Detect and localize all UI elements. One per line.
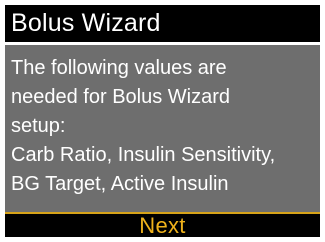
next-button-label: Next <box>139 213 186 237</box>
screen-title: Bolus Wizard <box>11 9 161 37</box>
message-line: BG Target, Active Insulin <box>11 173 229 195</box>
message-line: needed for Bolus Wizard <box>11 86 231 108</box>
title-bar: Bolus Wizard <box>5 5 320 42</box>
message-text: The following values are needed for Bolu… <box>11 54 317 199</box>
pump-screen: Bolus Wizard The following values are ne… <box>5 5 320 237</box>
message-line: The following values are <box>11 57 227 79</box>
message-line: setup: <box>11 115 66 137</box>
message-panel: The following values are needed for Bolu… <box>5 45 320 212</box>
message-line: Carb Ratio, Insulin Sensitivity, <box>11 144 276 166</box>
next-button[interactable]: Next <box>5 214 320 237</box>
